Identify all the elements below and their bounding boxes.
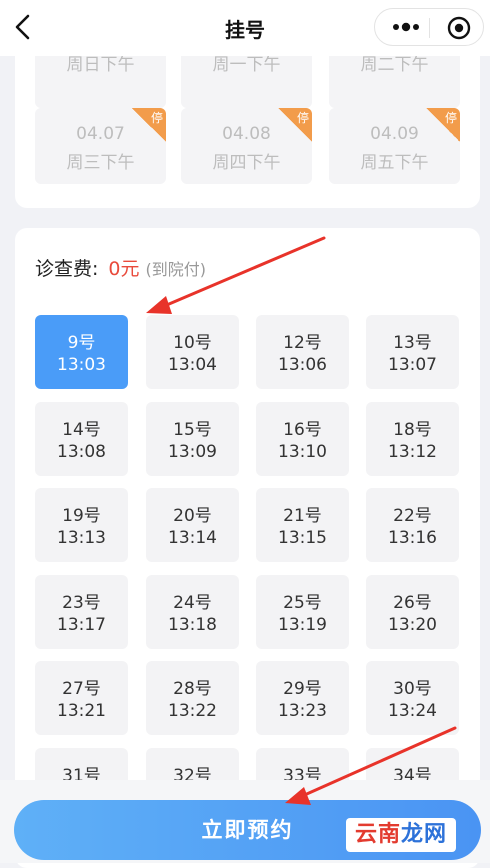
date-tile[interactable]: 04.07 周三下午停 [35, 108, 166, 184]
fee-row: 诊查费: 0元 (到院付) [35, 254, 206, 281]
slot-time: 13:14 [168, 528, 217, 548]
time-slot[interactable]: 15号 13:09 [146, 401, 239, 476]
slot-time: 13:23 [278, 701, 327, 721]
slot-time: 13:12 [388, 441, 437, 462]
slot-time: 13:24 [388, 701, 437, 721]
time-slot[interactable]: 26号 13:20 [366, 574, 459, 649]
slot-time: 13:20 [388, 614, 437, 635]
date-tile-label: 周五下午 [360, 153, 429, 173]
slot-number: 21号 [283, 506, 322, 526]
slot-time: 13:10 [278, 441, 327, 462]
slot-time: 13:09 [168, 441, 217, 462]
time-slot[interactable]: 22号 13:16 [366, 488, 459, 562]
slot-number: 19号 [62, 506, 101, 526]
fee-amount: 0元 [108, 258, 140, 280]
slot-number: 27号 [62, 679, 101, 699]
date-tile[interactable]: 04.09 周五下午停 [329, 108, 460, 184]
date-tile-label: 周四下午 [212, 153, 281, 173]
time-slot-card: 诊查费: 0元 (到院付) 9号 13:03 10号 13:04 12号 13:06 13号 13… [15, 228, 480, 868]
time-slot[interactable]: 16号 13:10 [256, 401, 349, 476]
capsule-divider [429, 18, 430, 38]
fee-note: (到院付) [145, 260, 207, 279]
date-tile-label: 周三下午 [66, 153, 135, 173]
slot-number: 12号 [283, 333, 322, 353]
slot-time: 13:21 [57, 701, 106, 721]
stopped-badge: 停 [278, 108, 312, 142]
watermark-part2: 龙网 [401, 822, 448, 847]
slot-number: 13号 [393, 333, 432, 353]
time-slot[interactable]: 14号 13:08 [35, 401, 128, 476]
time-slot[interactable]: 23号 13:17 [35, 574, 128, 649]
stopped-badge-label: 停 [444, 111, 457, 125]
slot-time: 13:06 [278, 355, 327, 375]
fee-label: 诊查费: [35, 258, 99, 280]
slot-time: 13:04 [168, 355, 217, 375]
time-slot[interactable]: 25号 13:19 [256, 574, 349, 649]
slot-number: 23号 [62, 592, 101, 613]
close-target-icon[interactable] [447, 16, 471, 40]
stopped-badge-label: 停 [150, 111, 163, 125]
slot-time: 13:08 [57, 441, 106, 462]
mini-program-capsule [374, 8, 484, 46]
date-tile[interactable]: 04.08 周四下午停 [181, 108, 312, 184]
time-slot[interactable]: 29号 13:23 [256, 661, 349, 735]
time-slot[interactable]: 19号 13:13 [35, 488, 128, 562]
time-slot[interactable]: 12号 13:06 [256, 315, 349, 389]
stopped-badge: 停 [426, 108, 460, 142]
time-slot[interactable]: 13号 13:07 [366, 315, 459, 389]
slot-time: 13:15 [278, 528, 327, 548]
slot-time: 13:17 [57, 614, 106, 635]
slot-number: 29号 [283, 679, 322, 699]
time-slot[interactable]: 27号 13:21 [35, 661, 128, 735]
time-slot[interactable]: 18号 13:12 [366, 401, 459, 476]
slot-number: 25号 [283, 592, 322, 613]
slot-number: 26号 [393, 592, 432, 613]
stopped-badge-label: 停 [296, 111, 309, 125]
slot-number: 22号 [393, 506, 432, 526]
slot-number: 20号 [173, 506, 212, 526]
slot-number: 10号 [173, 333, 212, 353]
slot-number: 16号 [283, 419, 322, 440]
slot-number: 15号 [173, 419, 212, 440]
slot-time: 13:22 [168, 701, 217, 721]
slot-number: 24号 [173, 592, 212, 613]
slot-number: 14号 [62, 419, 101, 440]
time-slot[interactable]: 30号 13:24 [366, 661, 459, 735]
slot-time: 13:18 [168, 614, 217, 635]
time-slot[interactable]: 28号 13:22 [146, 661, 239, 735]
slot-number: 9号 [67, 333, 96, 353]
slot-time: 13:07 [388, 355, 437, 375]
nav-bar: 挂号 [0, 0, 490, 56]
slot-number: 30号 [393, 679, 432, 699]
slot-number: 18号 [393, 419, 432, 440]
slot-time: 13:19 [278, 614, 327, 635]
time-slot[interactable]: 21号 13:15 [256, 488, 349, 562]
slot-time: 13:13 [57, 528, 106, 548]
date-selector-card: 周日下午 周一下午 周二下午 04.07 周三下午停 04.08 周四下午停 04.09 周五下… [15, 32, 480, 208]
slot-time: 13:16 [388, 528, 437, 548]
time-slot[interactable]: 10号 13:04 [146, 315, 239, 389]
slot-time: 13:03 [57, 355, 106, 375]
time-slot[interactable]: 9号 13:03 [35, 315, 128, 389]
stopped-badge: 停 [132, 108, 166, 142]
slot-number: 28号 [173, 679, 212, 699]
watermark-part1: 云南 [354, 822, 401, 847]
watermark-logo: 云南龙网 [346, 818, 456, 852]
time-slot[interactable]: 20号 13:14 [146, 488, 239, 562]
more-dots-icon[interactable] [391, 19, 421, 35]
time-slot[interactable]: 24号 13:18 [146, 574, 239, 649]
